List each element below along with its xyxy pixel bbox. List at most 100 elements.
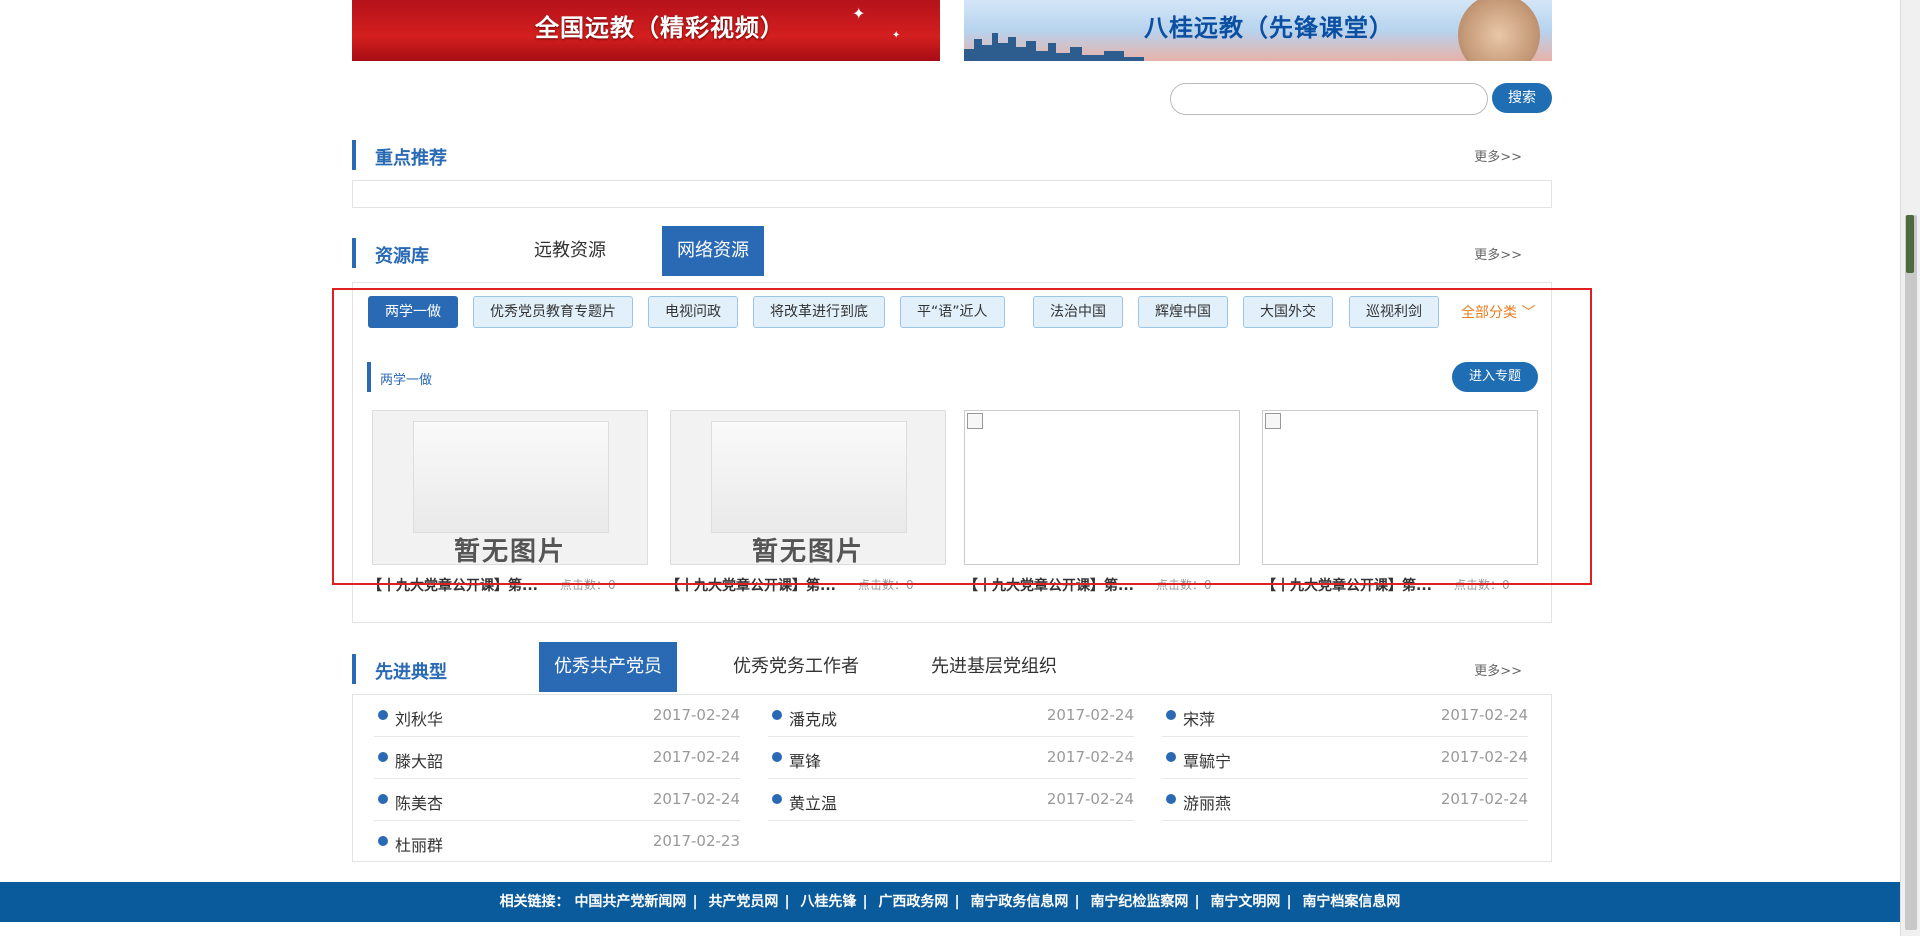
list-item[interactable]: 潘克成 2017-02-24 [768, 695, 1134, 737]
advanced-header: 先进典型 优秀共产党员 优秀党务工作者 先进基层党组织 更多>> [352, 642, 1552, 692]
footer-link-nanning-civilization[interactable]: 南宁文明网 [1210, 894, 1280, 910]
category-reform[interactable]: 将改革进行到底 [753, 296, 885, 328]
member-name[interactable]: 覃毓宁 [1183, 748, 1231, 772]
list-item[interactable]: 覃锋 2017-02-24 [768, 737, 1134, 779]
search-input[interactable] [1170, 83, 1488, 115]
divider: | [784, 894, 790, 910]
video-thumb-3[interactable] [964, 410, 1240, 565]
list-item[interactable]: 宋萍 2017-02-24 [1162, 695, 1528, 737]
resources-header: 资源库 远教资源 网络资源 更多>> [352, 226, 1552, 276]
list-item[interactable]: 陈美杏 2017-02-24 [374, 779, 740, 821]
category-glorious-china[interactable]: 辉煌中国 [1138, 296, 1228, 328]
member-name[interactable]: 游丽燕 [1183, 790, 1231, 814]
page: ✦ ✦ 全国远教（精彩视频） 八桂远教（先锋课堂） 搜索 重点推荐 更多>> 资… [0, 0, 1920, 936]
bullet-icon [378, 794, 388, 804]
tab-party-workers[interactable]: 优秀党务工作者 [718, 642, 874, 692]
banner-left-title: 全国远教（精彩视频） [535, 14, 785, 42]
banner-national-video[interactable]: ✦ ✦ 全国远教（精彩视频） [352, 0, 940, 61]
chevron-down-icon: ﹀ [1521, 305, 1536, 321]
tab-excellent-members[interactable]: 优秀共产党员 [539, 642, 677, 692]
member-name[interactable]: 滕大韶 [395, 748, 443, 772]
list-item[interactable]: 覃毓宁 2017-02-24 [1162, 737, 1528, 779]
video-thumb-2[interactable]: 暂无图片 [670, 410, 946, 567]
category-tv-inquiry[interactable]: 电视问政 [648, 296, 738, 328]
video-title-3[interactable]: 【十九大党章公开课】第... [964, 575, 1134, 595]
member-name[interactable]: 覃锋 [789, 748, 821, 772]
bullet-icon [1166, 752, 1176, 762]
featured-header: 重点推荐 更多>> [352, 138, 1552, 172]
divider: | [954, 894, 960, 910]
member-date: 2017-02-24 [1440, 748, 1528, 766]
video-thumb-4[interactable] [1262, 410, 1538, 565]
category-pingyu[interactable]: 平“语”近人 [900, 296, 1005, 328]
search-button[interactable]: 搜索 [1492, 83, 1552, 113]
footer-link-bagui[interactable]: 八桂先锋 [800, 894, 856, 910]
list-item[interactable]: 滕大韶 2017-02-24 [374, 737, 740, 779]
featured-more-link[interactable]: 更多>> [1474, 146, 1522, 165]
video-title-2[interactable]: 【十九大党章公开课】第... [666, 575, 836, 595]
member-name[interactable]: 宋萍 [1183, 706, 1215, 730]
category-liangxue[interactable]: 两学一做 [368, 296, 458, 328]
category-inspection[interactable]: 巡视利剑 [1349, 296, 1439, 328]
member-date: 2017-02-24 [1046, 790, 1134, 808]
no-image-text: 暂无图片 [453, 537, 566, 567]
member-date: 2017-02-24 [1046, 748, 1134, 766]
advanced-more-link[interactable]: 更多>> [1474, 660, 1522, 679]
bullet-icon [1166, 794, 1176, 804]
list-item[interactable]: 刘秋华 2017-02-24 [374, 695, 740, 737]
footer-link-nanning-discipline[interactable]: 南宁纪检监察网 [1090, 894, 1188, 910]
video-title-4[interactable]: 【十九大党章公开课】第... [1262, 575, 1432, 595]
no-image-text: 暂无图片 [751, 537, 864, 567]
footer-link-cpc-news[interactable]: 中国共产党新闻网 [574, 894, 686, 910]
banner-bagui-classroom[interactable]: 八桂远教（先锋课堂） [964, 0, 1552, 61]
footer-link-nanning-gov[interactable]: 南宁政务信息网 [970, 894, 1068, 910]
category-diplomacy[interactable]: 大国外交 [1243, 296, 1333, 328]
member-name[interactable]: 陈美杏 [395, 790, 443, 814]
bullet-icon [772, 794, 782, 804]
bullet-icon [378, 752, 388, 762]
category-rule-of-law[interactable]: 法治中国 [1033, 296, 1123, 328]
member-name[interactable]: 潘克成 [789, 706, 837, 730]
emblem-icon [1458, 0, 1540, 61]
video-thumb-1[interactable]: 暂无图片 [372, 410, 648, 567]
list-item[interactable]: 黄立温 2017-02-24 [768, 779, 1134, 821]
footer-link-guangxi-gov[interactable]: 广西政务网 [878, 894, 948, 910]
footer-link-party-members[interactable]: 共产党员网 [708, 894, 778, 910]
bullet-icon [772, 752, 782, 762]
divider: | [1194, 894, 1200, 910]
tab-grassroots-orgs[interactable]: 先进基层党组织 [916, 642, 1072, 692]
scrollbar[interactable] [1900, 0, 1920, 936]
tab-remote-resources[interactable]: 远教资源 [519, 226, 621, 276]
member-date: 2017-02-24 [1440, 706, 1528, 724]
all-categories-toggle[interactable]: 全部分类 ﹀ [1461, 302, 1535, 322]
member-name[interactable]: 杜丽群 [395, 832, 443, 856]
list-item[interactable]: 杜丽群 2017-02-23 [374, 821, 740, 863]
member-name[interactable]: 刘秋华 [395, 706, 443, 730]
tab-network-resources[interactable]: 网络资源 [662, 226, 764, 276]
category-excellent-members[interactable]: 优秀党员教育专题片 [473, 296, 633, 328]
all-categories-label: 全部分类 [1461, 305, 1517, 321]
footer-link-nanning-archives[interactable]: 南宁档案信息网 [1302, 894, 1400, 910]
scrollbar-thumb[interactable] [1905, 215, 1917, 930]
featured-title: 重点推荐 [375, 148, 447, 169]
member-date: 2017-02-24 [652, 748, 740, 766]
member-date: 2017-02-24 [1046, 706, 1134, 724]
section-bar [352, 140, 356, 170]
broken-image-icon [967, 413, 983, 429]
placeholder-image-icon [413, 421, 609, 533]
video-title-1[interactable]: 【十九大党章公开课】第... [368, 575, 538, 595]
resources-title: 资源库 [375, 246, 429, 267]
resources-more-link[interactable]: 更多>> [1474, 244, 1522, 263]
bullet-icon [1166, 710, 1176, 720]
banner-right-title: 八桂远教（先锋课堂） [1144, 14, 1394, 42]
member-date: 2017-02-23 [652, 832, 740, 850]
placeholder-image-icon [711, 421, 907, 533]
member-name[interactable]: 黄立温 [789, 790, 837, 814]
enter-topic-button[interactable]: 进入专题 [1452, 362, 1538, 392]
bullet-icon [772, 710, 782, 720]
footer-label: 相关链接： [499, 894, 570, 910]
scroll-indicator-icon [1906, 215, 1914, 273]
divider: | [1286, 894, 1292, 910]
video-clicks-1: 点击数：0 [560, 578, 616, 592]
list-item[interactable]: 游丽燕 2017-02-24 [1162, 779, 1528, 821]
